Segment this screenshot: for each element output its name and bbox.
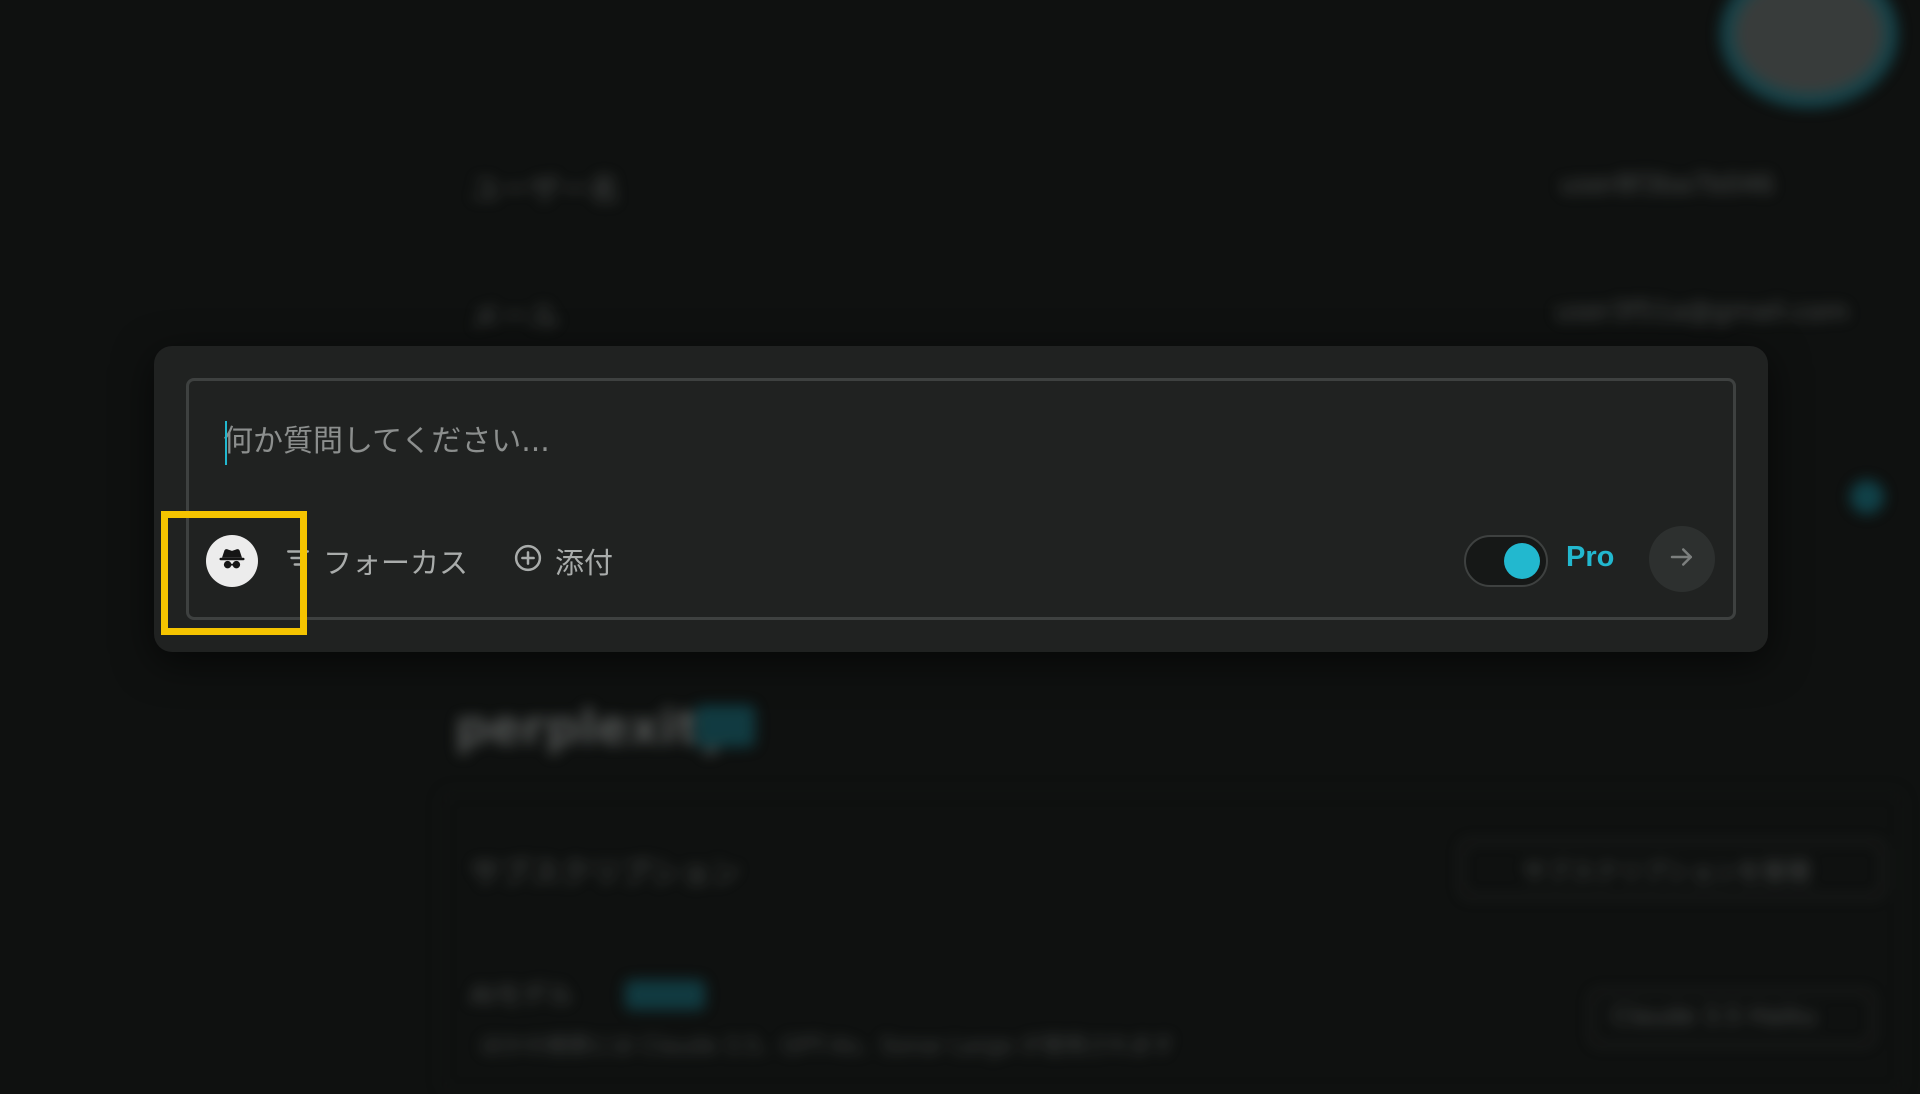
manage-subscription-label: サブスクリプションを管理 (1522, 858, 1810, 886)
filter-lines-icon (285, 544, 323, 578)
ask-input[interactable] (223, 411, 1683, 471)
text-caret (225, 421, 227, 465)
attach-button[interactable]: 添付 (513, 531, 613, 591)
ai-model-subtext: ほかの検索には Claude 3.5、GPT-4o、Sonar Large が使… (480, 1034, 1175, 1059)
ai-model-select: Claude 3.5 Haiku (1590, 990, 1874, 1046)
pro-toggle-knob (1504, 543, 1540, 579)
incognito-icon (217, 544, 247, 578)
email-value: user3f51a@gmail.com (1555, 297, 1849, 327)
composer-toolbar: フォーカス 添付 Pro (189, 526, 1733, 592)
avatar (1720, 0, 1898, 108)
focus-label: フォーカス (323, 546, 469, 580)
username-value: user8f3ba7b046 (1560, 170, 1775, 200)
subscription-label: サブスクリプション (470, 856, 740, 891)
focus-button[interactable]: フォーカス (285, 531, 468, 591)
brand-name: perplexity (455, 700, 731, 756)
ai-model-badge (625, 980, 705, 1010)
pro-label: Pro (1566, 541, 1615, 573)
arrow-right-icon (1667, 542, 1697, 576)
brand-badge (695, 705, 755, 747)
send-button[interactable] (1649, 526, 1715, 592)
ask-modal: フォーカス 添付 Pro (154, 346, 1768, 652)
plus-circle-icon (513, 543, 555, 580)
username-label: ユーザー名 (470, 173, 620, 208)
email-label: メール (470, 300, 560, 335)
incognito-button[interactable] (206, 535, 258, 587)
attach-label: 添付 (555, 546, 614, 580)
ai-model-label: AIモデル (470, 981, 574, 1011)
composer-box: フォーカス 添付 Pro (186, 378, 1736, 620)
pro-toggle[interactable] (1464, 535, 1548, 587)
status-dot (1850, 480, 1884, 514)
ai-model-select-value: Claude 3.5 Haiku (1612, 1002, 1817, 1030)
manage-subscription-button: サブスクリプションを管理 (1460, 840, 1884, 898)
